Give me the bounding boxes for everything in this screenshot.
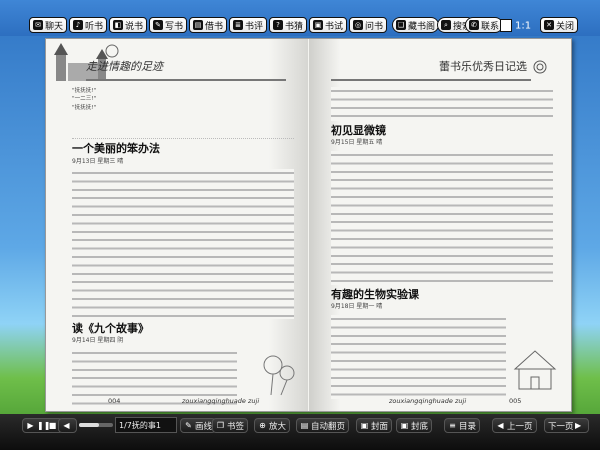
test-button[interactable]: ▣ 书试 xyxy=(309,17,348,33)
article-title: 一个美丽的笨办法 xyxy=(72,142,160,156)
house-illustration xyxy=(505,339,565,397)
bookmark-button[interactable]: ❐ 书签 xyxy=(212,418,249,433)
prev-page-button[interactable]: ◀ 上一页 xyxy=(492,418,537,433)
auto-flip-button[interactable]: ▤ 自动翻页 xyxy=(296,418,350,433)
text-block xyxy=(72,112,294,140)
speaker-icon: ◀ xyxy=(63,421,70,430)
article-meta: 9月18日 星期一 晴 xyxy=(331,303,383,311)
next-page-button[interactable]: 下一页 ▶ xyxy=(544,418,589,433)
zoom-button[interactable]: ⊕ 放大 xyxy=(254,418,291,433)
right-page[interactable]: 蕾书乐优秀日记选 初见显微镜 9月15日 星期五 晴 有趣的生物实验课 9月18… xyxy=(309,39,571,411)
volume-fill xyxy=(79,423,100,427)
volume-button[interactable]: ◀ xyxy=(58,418,77,433)
spiral-icon xyxy=(532,59,548,78)
article-title: 有趣的生物实验课 xyxy=(331,287,419,301)
right-page-number: 005 xyxy=(509,397,522,405)
say-icon: ◧ xyxy=(113,20,123,30)
review-button[interactable]: ≣ 书评 xyxy=(229,17,268,33)
volume-slider[interactable] xyxy=(79,423,113,427)
shelf-button[interactable]: ❑ 藏书阁 xyxy=(392,17,440,33)
contact-icon: ✆ xyxy=(469,20,479,30)
arrow-left-icon: ◀ xyxy=(497,421,504,430)
text-block xyxy=(331,150,553,285)
article-meta: 9月15日 星期五 晴 xyxy=(331,139,383,147)
left-footer-url: zouxiangqinghuade zuji xyxy=(182,397,260,405)
article-meta: 9月14日 星期四 阴 xyxy=(72,337,124,345)
ask-button[interactable]: ◎ 问书 xyxy=(349,17,388,33)
review-icon: ≣ xyxy=(233,20,243,30)
top-toolbar: ✉ 聊天 ♪ 听书 ◧ 说书 ✎ 写书 ▤ 借书 ≣ 书评 ? 书猜 ▣ 书试 ◎ 问书 ❑ 藏书阁… xyxy=(0,0,600,36)
shelf-icon: ❑ xyxy=(396,20,406,30)
borrow-button[interactable]: ▤ 借书 xyxy=(189,17,228,33)
listen-icon: ♪ xyxy=(73,20,83,30)
right-footer-url: zouxiangqinghuade zuji xyxy=(389,397,467,405)
back-cover-icon: ▣ xyxy=(400,421,409,430)
draw-line-button[interactable]: ✎ 画线 xyxy=(180,418,217,433)
page-icon xyxy=(500,19,512,32)
chat-button[interactable]: ✉ 聊天 xyxy=(29,17,68,33)
intro-line: "抚抚抚!" xyxy=(72,104,97,111)
back-cover-button[interactable]: ▣ 封底 xyxy=(396,418,433,433)
list-icon: ≡ xyxy=(449,421,456,430)
search-icon: ⌕ xyxy=(441,20,451,30)
article-title: 读《九个故事》 xyxy=(72,322,149,336)
left-page[interactable]: 走进情趣的足迹 "抚抚抚!" "一二三!" "抚抚抚!" 一个美丽的笨办法 9月… xyxy=(46,39,308,411)
chat-icon: ✉ xyxy=(33,20,43,30)
arrow-right-icon: ▶ xyxy=(574,421,582,430)
play-icon: ▶ xyxy=(27,421,34,430)
text-block xyxy=(331,87,553,121)
pause-icon: ❚❚ xyxy=(37,421,51,430)
header-rule xyxy=(86,79,286,81)
left-page-number: 004 xyxy=(108,397,121,405)
borrow-icon: ▤ xyxy=(193,20,203,30)
play-controls[interactable]: ▶ ❚❚ ■ xyxy=(22,418,63,433)
guess-icon: ? xyxy=(273,20,283,30)
flower-illustration xyxy=(251,347,301,400)
page-ratio: 1:1 xyxy=(500,19,531,32)
toc-button[interactable]: ≡ 目录 xyxy=(444,418,481,433)
magnifier-icon: ⊕ xyxy=(259,421,266,430)
bookmark-icon: ❐ xyxy=(216,421,225,430)
listen-button[interactable]: ♪ 听书 xyxy=(69,17,108,33)
chapter-select[interactable]: 1/7抚的事1 xyxy=(115,417,177,433)
close-icon: ✕ xyxy=(544,20,554,30)
contact-button[interactable]: ✆ 联系 xyxy=(465,17,504,33)
test-icon: ▣ xyxy=(313,20,323,30)
close-button[interactable]: ✕ 关闭 xyxy=(540,17,579,33)
say-button[interactable]: ◧ 说书 xyxy=(109,17,148,33)
article-meta: 9月13日 星期三 晴 xyxy=(72,157,124,165)
cover-icon: ▣ xyxy=(360,421,369,430)
text-block xyxy=(331,314,506,399)
left-page-header: 走进情趣的足迹 xyxy=(86,60,163,73)
header-rule xyxy=(331,79,531,81)
article-title: 初见显微镜 xyxy=(331,124,386,137)
text-block xyxy=(72,169,294,320)
bottom-toolbar: ▶ ❚❚ ■ ◀ 1/7抚的事1 ✎ 画线 ❐ 书签 ⊕ 放大 ▤ 自动翻页 ▣ 封面 ▣ 封底… xyxy=(0,414,600,450)
autoflip-icon: ▤ xyxy=(300,421,309,430)
pen-icon: ✎ xyxy=(185,421,192,430)
ask-icon: ◎ xyxy=(353,20,363,30)
guess-button[interactable]: ? 书猜 xyxy=(269,17,308,33)
right-page-header: 蕾书乐优秀日记选 xyxy=(439,60,527,73)
write-icon: ✎ xyxy=(153,20,163,30)
intro-line: "一二三!" xyxy=(72,96,97,103)
cover-button[interactable]: ▣ 封面 xyxy=(356,418,393,433)
write-button[interactable]: ✎ 写书 xyxy=(149,17,188,33)
open-book: 走进情趣的足迹 "抚抚抚!" "一二三!" "抚抚抚!" 一个美丽的笨办法 9月… xyxy=(45,38,572,412)
intro-line: "抚抚抚!" xyxy=(72,88,97,94)
stop-icon: ■ xyxy=(48,421,57,430)
